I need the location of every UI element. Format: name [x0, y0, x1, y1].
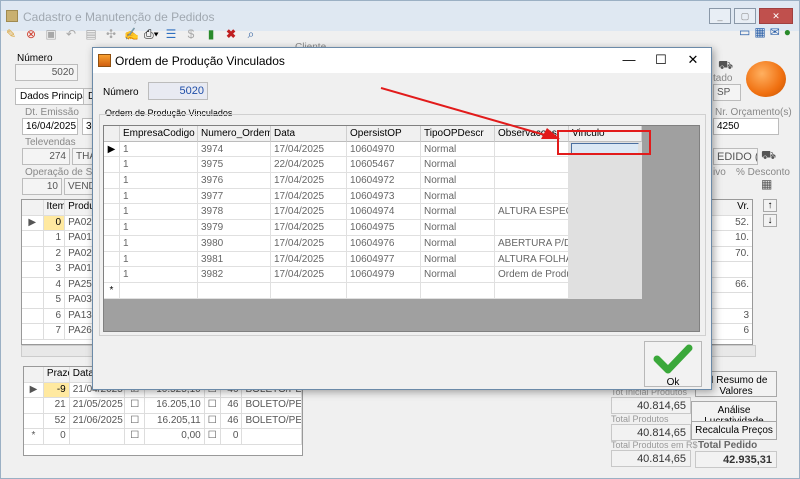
- annotation-overlay: [380, 87, 560, 139]
- annotation-arrow: [380, 87, 546, 136]
- annotation-highlight-box: [557, 130, 651, 155]
